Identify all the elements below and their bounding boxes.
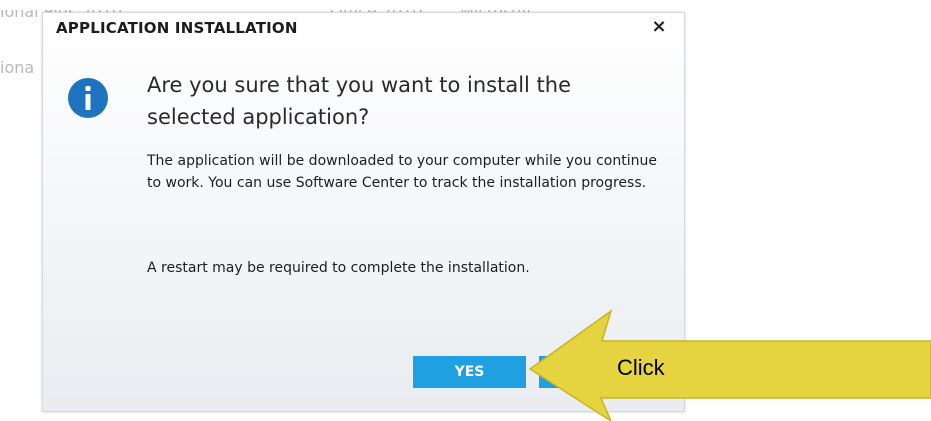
click-annotation-label: Click — [617, 355, 665, 380]
callout-arrow — [528, 309, 931, 421]
